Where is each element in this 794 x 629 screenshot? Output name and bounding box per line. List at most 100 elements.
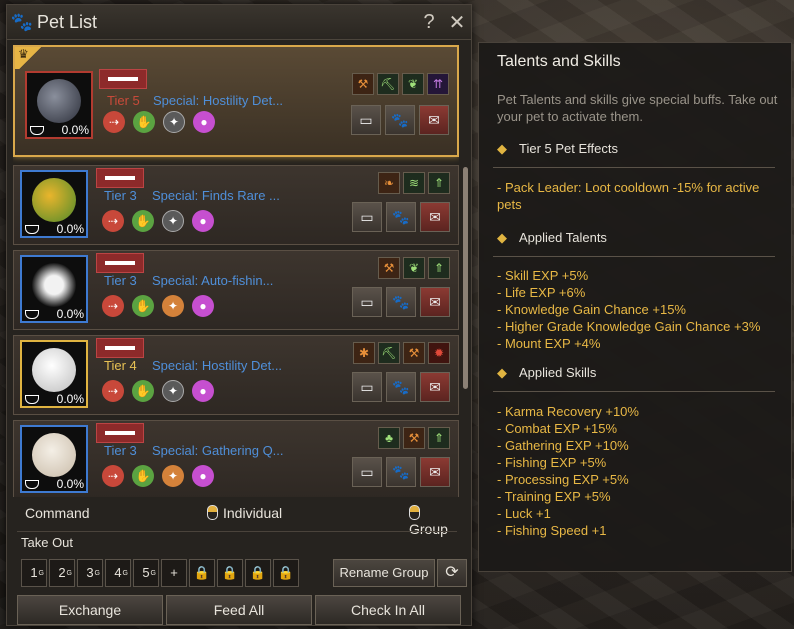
movement-trait-icon: ⇢ bbox=[103, 111, 125, 133]
seal-button[interactable]: ✉ bbox=[420, 372, 450, 402]
feed-button[interactable]: ▭ bbox=[352, 287, 382, 317]
pet-traits: ⇢ ✋ ✦ ● bbox=[103, 111, 215, 133]
individual-option[interactable]: Individual bbox=[207, 505, 282, 521]
rename-group-button[interactable]: Rename Group bbox=[333, 559, 435, 587]
pet-card[interactable]: 0.0% Tier 3 Special: Auto-fishin... ⇢ ✋ … bbox=[13, 250, 459, 330]
lock-icon[interactable]: 🔒 bbox=[245, 559, 271, 587]
pet-list: ♛ 0.0% Tier 5 Special: Hostility Det... … bbox=[13, 45, 459, 497]
feed-all-button[interactable]: Feed All bbox=[166, 595, 312, 625]
pet-effect-line: - Pack Leader: Loot cooldown -15% for ac… bbox=[497, 180, 760, 212]
seal-button[interactable]: ✉ bbox=[420, 457, 450, 487]
talent-line: - Knowledge Gain Chance +15% bbox=[497, 302, 686, 317]
diamond-icon: ◆ bbox=[497, 141, 507, 156]
group-slot-1[interactable]: 1G bbox=[21, 559, 47, 587]
seal-button[interactable]: ✉ bbox=[420, 287, 450, 317]
pet-traits: ⇢ ✋ ✦ ● bbox=[102, 465, 214, 487]
exchange-button[interactable]: Exchange bbox=[17, 595, 163, 625]
skill-line: - Karma Recovery +10% bbox=[497, 404, 639, 419]
clover-skill-icon: ♣ bbox=[378, 427, 400, 449]
feed-button[interactable]: ▭ bbox=[352, 457, 382, 487]
close-button[interactable]: ✕ bbox=[443, 10, 471, 35]
fish-skill-icon: ≋ bbox=[403, 172, 425, 194]
seal-button[interactable]: ✉ bbox=[420, 202, 450, 232]
lock-icon[interactable]: 🔒 bbox=[273, 559, 299, 587]
group-slot-4[interactable]: 4G bbox=[105, 559, 131, 587]
pet-list-window: 🐾 Pet List ? ✕ ♛ 0.0% Tier 5 Special: Ho… bbox=[6, 4, 472, 626]
paw-button[interactable]: 🐾 bbox=[385, 105, 415, 135]
group-slot-3[interactable]: 3G bbox=[77, 559, 103, 587]
pet-portrait[interactable]: 0.0% bbox=[20, 340, 88, 408]
pet-special: Special: Hostility Det... bbox=[153, 93, 284, 108]
left-mouse-icon bbox=[207, 505, 218, 520]
list-scrollbar[interactable] bbox=[463, 167, 468, 389]
pet-portrait[interactable]: 0.0% bbox=[25, 71, 93, 139]
group-slot-5[interactable]: 5G bbox=[133, 559, 159, 587]
pet-effects-title: Tier 5 Pet Effects bbox=[519, 141, 618, 156]
pet-card[interactable]: 0.0% Tier 3 Special: Gathering Q... ⇢ ✋ … bbox=[13, 420, 459, 497]
check-in-all-button[interactable]: Check In All bbox=[315, 595, 461, 625]
pet-portrait[interactable]: 0.0% bbox=[20, 170, 88, 238]
talents-panel: Talents and Skills Pet Talents and skill… bbox=[478, 42, 792, 572]
lock-icon[interactable]: 🔒 bbox=[217, 559, 243, 587]
hostility-skill-icon: ✹ bbox=[428, 342, 450, 364]
hand-trait-icon: ✋ bbox=[132, 210, 154, 232]
slot-number: 2 bbox=[58, 565, 66, 580]
slot-number: 4 bbox=[114, 565, 122, 580]
pouch-trait-icon: ● bbox=[192, 210, 214, 232]
pet-name-field[interactable] bbox=[96, 338, 144, 358]
pet-name-field[interactable] bbox=[96, 168, 144, 188]
feed-button[interactable]: ▭ bbox=[351, 105, 381, 135]
pet-traits: ⇢ ✋ ✦ ● bbox=[102, 295, 214, 317]
paw-button[interactable]: 🐾 bbox=[386, 287, 416, 317]
penguin-image bbox=[32, 263, 76, 307]
group-option[interactable]: Group bbox=[409, 505, 455, 537]
diamond-icon: ◆ bbox=[497, 230, 507, 245]
help-button[interactable]: ? bbox=[415, 11, 443, 34]
seal-button[interactable]: ✉ bbox=[419, 105, 449, 135]
talent-line: - Mount EXP +4% bbox=[497, 336, 601, 351]
pet-name-field[interactable] bbox=[96, 253, 144, 273]
pet-portrait[interactable]: 0.0% bbox=[20, 425, 88, 493]
pet-actions: ▭ 🐾 ✉ bbox=[352, 457, 450, 487]
axe-skill-icon: ⚒ bbox=[403, 342, 425, 364]
talents-title: Talents and Skills bbox=[497, 53, 621, 70]
lock-icon[interactable]: 🔒 bbox=[189, 559, 215, 587]
hunger-percent: 0.0% bbox=[56, 222, 84, 236]
pet-skills: ❧ ≋ ⇑ bbox=[378, 172, 450, 194]
pet-card[interactable]: 0.0% Tier 3 Special: Finds Rare ... ⇢ ✋ … bbox=[13, 165, 459, 245]
feed-button[interactable]: ▭ bbox=[352, 372, 382, 402]
refresh-icon[interactable]: ⟳ bbox=[437, 559, 467, 587]
pet-effects-heading: ◆ Tier 5 Pet Effects bbox=[497, 141, 618, 157]
paw-button[interactable]: 🐾 bbox=[386, 202, 416, 232]
group-slot-2[interactable]: 2G bbox=[49, 559, 75, 587]
talent-line: - Skill EXP +5% bbox=[497, 268, 589, 283]
talent-line: - Life EXP +6% bbox=[497, 285, 586, 300]
white-dog-image bbox=[32, 348, 76, 392]
bowl-icon bbox=[25, 310, 39, 319]
pouch-trait-icon: ● bbox=[193, 111, 215, 133]
bowl-icon bbox=[30, 126, 44, 135]
paw-button[interactable]: 🐾 bbox=[386, 457, 416, 487]
alpaca-image bbox=[32, 433, 76, 477]
hand-trait-icon: ✋ bbox=[132, 465, 154, 487]
add-group-button[interactable]: + bbox=[161, 559, 187, 587]
pet-card-leader[interactable]: ♛ 0.0% Tier 5 Special: Hostility Det... … bbox=[13, 45, 459, 157]
feed-button[interactable]: ▭ bbox=[352, 202, 382, 232]
skill-line: - Fishing Speed +1 bbox=[497, 523, 607, 538]
pet-traits: ⇢ ✋ ✦ ● bbox=[102, 210, 214, 232]
paw-button[interactable]: 🐾 bbox=[386, 372, 416, 402]
pet-portrait[interactable]: 0.0% bbox=[20, 255, 88, 323]
window-title: Pet List bbox=[37, 11, 98, 32]
paw-icon: 🐾 bbox=[10, 11, 34, 32]
slot-group-mark: G bbox=[66, 570, 72, 577]
title-bar[interactable]: 🐾 Pet List ? ✕ bbox=[7, 5, 471, 40]
compass-trait-icon: ✦ bbox=[162, 295, 184, 317]
compass-trait-icon: ✦ bbox=[163, 111, 185, 133]
pet-special: Special: Gathering Q... bbox=[152, 443, 284, 458]
leaf-skill-icon: ❦ bbox=[402, 73, 424, 95]
skill-line: - Processing EXP +5% bbox=[497, 472, 629, 487]
bee-skill-icon: ✱ bbox=[353, 342, 375, 364]
pet-name-field[interactable] bbox=[96, 423, 144, 443]
pet-name-field[interactable] bbox=[99, 69, 147, 89]
pet-card[interactable]: 0.0% Tier 4 Special: Hostility Det... ⇢ … bbox=[13, 335, 459, 415]
